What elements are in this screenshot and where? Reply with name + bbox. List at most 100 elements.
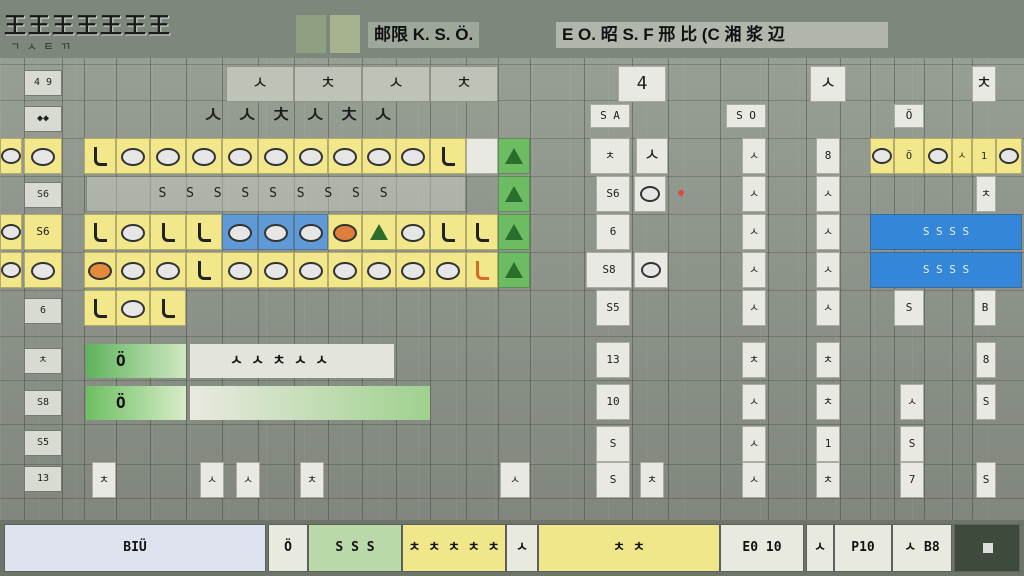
status-segment[interactable]: BIÜ <box>4 524 266 572</box>
grid-cell[interactable]: ㅊ <box>742 342 766 378</box>
grid-cell[interactable] <box>924 138 952 174</box>
center-header-label[interactable]: 邮限 K. S. Ö. <box>368 22 480 48</box>
grid-cell[interactable]: ㅅ <box>952 138 972 174</box>
grid-cell[interactable]: 7 <box>900 462 924 498</box>
grid-cell[interactable] <box>222 214 258 250</box>
grid-cell[interactable]: 4 <box>618 66 666 102</box>
grid-cell[interactable]: ㅅ <box>742 214 766 250</box>
grid-cell[interactable] <box>430 138 466 174</box>
grid-cell[interactable] <box>870 138 894 174</box>
grid-cell[interactable]: ㅊ <box>332 98 366 134</box>
grid-cell[interactable] <box>362 252 396 288</box>
grid-cell[interactable]: S S S S <box>870 214 1022 250</box>
grid-cell[interactable] <box>258 252 294 288</box>
grid-cell[interactable]: ㅅ <box>500 462 530 498</box>
grid-cell[interactable]: ㅊ <box>92 462 116 498</box>
status-segment[interactable]: ㅅ <box>506 524 538 572</box>
grid-cell[interactable] <box>294 252 328 288</box>
grid-cell[interactable]: S6 <box>596 176 630 212</box>
grid-cell[interactable]: ㅊ <box>816 384 840 420</box>
grid-cell[interactable]: S S S S <box>870 252 1022 288</box>
grid-cell[interactable] <box>294 214 328 250</box>
grid-cell[interactable]: S A <box>590 104 630 128</box>
grid-cell[interactable] <box>116 252 150 288</box>
grid-cell[interactable] <box>498 252 530 288</box>
grid-cell[interactable]: S O <box>726 104 766 128</box>
grid-cell[interactable]: ㅅ <box>742 176 766 212</box>
grid-cell[interactable] <box>0 252 22 288</box>
grid-cell[interactable]: S <box>894 290 924 326</box>
grid-cell[interactable]: ㅅ <box>742 138 766 174</box>
grid-cell[interactable]: ㅅ <box>230 98 264 134</box>
grid-cell[interactable]: ㅅ <box>298 98 332 134</box>
grid-cell[interactable] <box>328 138 362 174</box>
grid-cell[interactable] <box>328 214 362 250</box>
grid-cell[interactable] <box>150 214 186 250</box>
green-banner[interactable]: Ö <box>86 344 186 378</box>
grid-cell[interactable] <box>498 214 530 250</box>
status-segment[interactable]: Ö <box>268 524 308 572</box>
info-strip[interactable]: ㅅ ㅅ ㅊ ㅅ ㅅ <box>190 344 394 378</box>
grid-cell[interactable]: 10 <box>596 384 630 420</box>
grid-cell[interactable]: 8 <box>816 138 840 174</box>
status-segment[interactable]: P10 <box>834 524 892 572</box>
grid-cell[interactable]: ㅊ <box>640 462 664 498</box>
grid-cell[interactable]: ㅅ <box>362 66 430 102</box>
grid-cell[interactable] <box>396 214 430 250</box>
grid-cell[interactable] <box>634 176 666 212</box>
grid-cell[interactable] <box>294 138 328 174</box>
grid-cell[interactable] <box>466 138 498 174</box>
grid-cell[interactable] <box>186 252 222 288</box>
grid-cell[interactable] <box>0 214 22 250</box>
grid-cell[interactable]: ㅊ <box>430 66 498 102</box>
grid-cell[interactable] <box>222 138 258 174</box>
grid-cell[interactable]: S <box>976 384 996 420</box>
grid-cell[interactable] <box>84 252 116 288</box>
grid-cell[interactable] <box>84 138 116 174</box>
grid-cell[interactable]: 8 <box>976 342 996 378</box>
grid-cell[interactable] <box>634 252 668 288</box>
grid-cell[interactable]: S <box>596 462 630 498</box>
grid-cell[interactable] <box>24 252 62 288</box>
grid-cell[interactable] <box>258 138 294 174</box>
grid-cell[interactable]: ㅊ <box>294 66 362 102</box>
grid-cell[interactable] <box>396 252 430 288</box>
grid-cell[interactable]: ㅊ <box>264 98 298 134</box>
grid-cell[interactable] <box>430 214 466 250</box>
grid-cell[interactable]: 6 <box>596 214 630 250</box>
grid-cell[interactable]: ㅊ <box>972 66 996 102</box>
grid-cell[interactable]: ㅅ <box>742 384 766 420</box>
status-segment[interactable]: ㅊ ㅊ ㅊ ㅊ ㅊ <box>402 524 506 572</box>
green-banner[interactable]: Ö <box>86 386 186 420</box>
grid-cell[interactable]: ㅅ <box>816 252 840 288</box>
grid-cell[interactable]: ㅅ <box>200 462 224 498</box>
grid-cell[interactable] <box>996 138 1022 174</box>
grid-cell[interactable] <box>222 252 258 288</box>
grid-cell[interactable] <box>150 290 186 326</box>
grid-cell[interactable] <box>186 138 222 174</box>
grid-cell[interactable]: 13 <box>596 342 630 378</box>
grid-cell[interactable]: ㅅ <box>742 462 766 498</box>
grid-cell[interactable]: ㅊ <box>816 342 840 378</box>
grid-cell[interactable]: ㅅ <box>636 138 668 174</box>
grid-cell[interactable]: ㅊ <box>976 176 996 212</box>
grid-cell[interactable]: ㅅ <box>816 214 840 250</box>
grid-cell[interactable]: Ö <box>894 138 924 174</box>
status-segment[interactable]: E0 10 <box>720 524 804 572</box>
grid-cell[interactable]: ㅊ <box>816 462 840 498</box>
grid-cell[interactable] <box>150 252 186 288</box>
grid-cell[interactable]: S <box>976 462 996 498</box>
grid-cell[interactable]: ㅅ <box>816 176 840 212</box>
grid-cell[interactable] <box>396 138 430 174</box>
grid-cell[interactable]: B <box>974 290 996 326</box>
grid-cell[interactable]: S S S S S S S S S <box>86 176 466 212</box>
grid-cell[interactable]: ㅅ <box>366 98 400 134</box>
right-header-label[interactable]: E O. 昭 S. F 邢 比 (C 湘 浆 辺 <box>556 22 888 48</box>
grid-cell[interactable]: 1 <box>816 426 840 462</box>
grid-cell[interactable] <box>116 290 150 326</box>
grid-cell[interactable]: ㅅ <box>226 66 294 102</box>
grid-cell[interactable] <box>186 214 222 250</box>
grid-cell[interactable]: ㅅ <box>742 252 766 288</box>
grid-cell[interactable] <box>150 138 186 174</box>
grid-cell[interactable] <box>258 214 294 250</box>
